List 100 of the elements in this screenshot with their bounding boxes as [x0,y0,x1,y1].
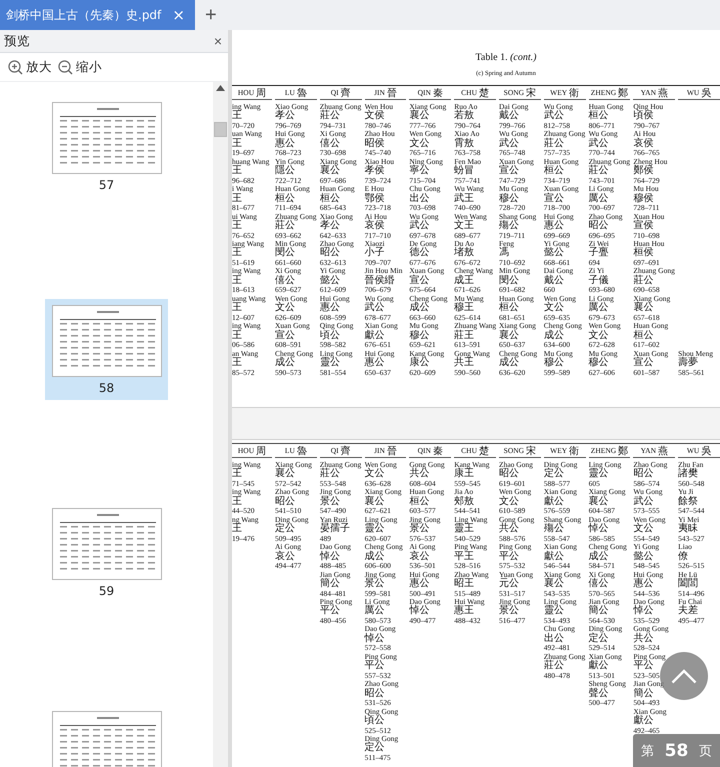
ruler-name-chinese: 孝侯 [364,166,386,177]
ruler-name-chinese: 平公 [633,661,654,672]
ruler-name-chinese: 頃侯 [633,111,654,122]
page-indicator: 第 58 页 [633,734,720,767]
ruler-name-chinese: 小子 [364,248,386,259]
ruler-name-chinese: 獻公 [588,661,609,672]
ruler-name-chinese: 昭公 [275,496,295,508]
ruler-name-chinese: 戴公 [498,111,519,122]
ruler-name-chinese: 穆公 [544,358,564,369]
document-tab[interactable]: 剑桥中国上古（先秦）史.pdf × [0,0,195,30]
ruler-name-chinese: 成公 [409,303,430,314]
ruler-name-chinese: 惠王 [454,606,474,617]
ruler-name-chinese: 宣公 [275,330,295,342]
ruler-name-chinese: 惠公 [364,358,385,369]
ruler-name-chinese: 王 [232,303,242,314]
ruler-name-chinese: 元公 [498,578,519,590]
ruler-name-chinese: 哀侯 [364,220,386,232]
ruler-name-chinese: 頃公 [320,330,340,342]
ruler-name-chinese: 昭公 [498,469,519,480]
ruler-name-chinese: 王 [232,330,243,342]
ruler-name-chinese: 獻公 [544,552,564,562]
ruler-name-chinese: 襄公 [320,166,340,177]
page-number: 57 [98,178,114,192]
ruler-name-chinese: 靈公 [544,606,564,617]
new-tab-button[interactable]: + [195,0,227,30]
ruler-name-chinese: 共公 [633,634,654,644]
ruler-name-chinese: 昭公 [320,248,340,259]
ruler-name-chinese: 昭公 [364,688,385,700]
zoom-out-icon [58,60,73,74]
ruler-name-chinese: 哀公 [275,552,295,562]
ruler-name-chinese: 德公 [409,248,430,259]
ruler-name-chinese: 穆王 [454,303,474,314]
ruler-name-chinese: 惠公 [275,138,295,150]
zoom-in-icon [8,60,23,74]
ruler-name-chinese: 厲公 [588,194,609,204]
ruler-name-chinese: 康公 [409,358,430,369]
ruler-name-chinese: 成公 [544,330,565,342]
ruler-name-chinese: 定公 [588,634,609,644]
ruler-name-chinese: 夫差 [678,606,700,617]
ruler-name-chinese: 諸樊 [678,469,700,480]
ruler-name-chinese: 王 [232,248,242,259]
ruler-name-chinese: 共公 [409,469,430,480]
ruler-name-chinese: 獻公 [633,716,654,727]
ruler-name-chinese: 隱公 [275,166,295,177]
ruler-name-chinese: 惠公 [409,578,430,590]
ruler-name-chinese: 簡公 [588,606,609,617]
ruler-name-chinese: 武公 [409,220,430,232]
scrollbar-thumb[interactable] [214,122,227,137]
ruler-name-chinese: 簡公 [633,688,654,700]
ruler-name-chinese: 王 [232,166,242,177]
ruler-name-chinese: 靈王 [454,524,474,535]
ruler-name-chinese: 文公 [544,303,564,314]
page-number: 59 [98,584,114,598]
table-title: Table 1. (cont.) [474,52,538,63]
ruler-name-chinese: 定公 [275,524,295,535]
ruler-name-chinese: 哀侯 [633,138,654,150]
page-thumbnail[interactable] [52,711,162,767]
ruler-name-chinese: 莊公 [320,111,340,122]
ruler-name-chinese: 靈公 [320,358,340,369]
ruler-name-chinese: 襄公 [409,111,430,122]
ruler-name-chinese: 昭公 [633,469,654,480]
ruler-name-chinese: 壽夢 [678,358,698,369]
ruler-name-chinese: 寧公 [409,166,430,177]
ruler-name-chinese: 子儀 [588,276,610,286]
ruler-name-chinese: 桓公 [498,303,519,314]
ruler-name-chinese: 鄭侯 [633,166,654,177]
zoom-in-button[interactable]: 放大 [8,58,52,76]
ruler-name-chinese: 闔閭 [678,578,700,590]
ruler-name-chinese: 王 [232,220,242,232]
ruler-name-chinese: 平公 [498,552,519,562]
ruler-name-chinese: 桓公 [275,194,295,204]
ruler-name-chinese: 莊公 [544,138,564,150]
page-thumbnail[interactable] [52,305,162,377]
ruler-name-chinese: 文公 [275,303,295,314]
ruler-name-chinese: 僖公 [320,138,340,150]
ruler-name-chinese: 武公 [544,111,564,122]
ruler-name-chinese: 王 [232,469,243,480]
ruler-name-chinese: 王 [232,138,243,150]
ruler-name-chinese: 桓公 [320,194,340,204]
ruler-name-chinese: 穆公 [409,330,430,342]
ruler-name-chinese: 文王 [454,220,474,232]
ruler-name-chinese: 閔公 [275,248,295,259]
ruler-name-chinese: 平公 [320,606,340,617]
ruler-name-chinese: 悼公 [588,524,609,535]
ruler-name-chinese: 康王 [454,469,474,480]
zoom-out-button[interactable]: 缩小 [58,58,102,76]
page-thumbnail[interactable] [52,102,162,174]
ruler-name-chinese: 桓公 [633,330,654,342]
ruler-name-chinese: 王 [232,496,243,508]
scroll-up-arrow-icon[interactable] [216,85,225,91]
ruler-name-chinese: 宣公 [409,276,430,286]
ruler-name-chinese: 襄公 [633,303,654,314]
ruler-name-chinese: 景公 [320,496,340,508]
ruler-name-chinese: 霄敖 [454,138,476,150]
ruler-name-chinese: 共公 [498,524,519,535]
page-thumbnail[interactable] [52,508,162,580]
ruler-name-chinese: 襄公 [588,496,609,508]
ruler-name-chinese: 桓公 [409,496,430,508]
ruler-name-chinese: 堵敖 [454,248,476,259]
close-button[interactable]: × [214,33,222,49]
